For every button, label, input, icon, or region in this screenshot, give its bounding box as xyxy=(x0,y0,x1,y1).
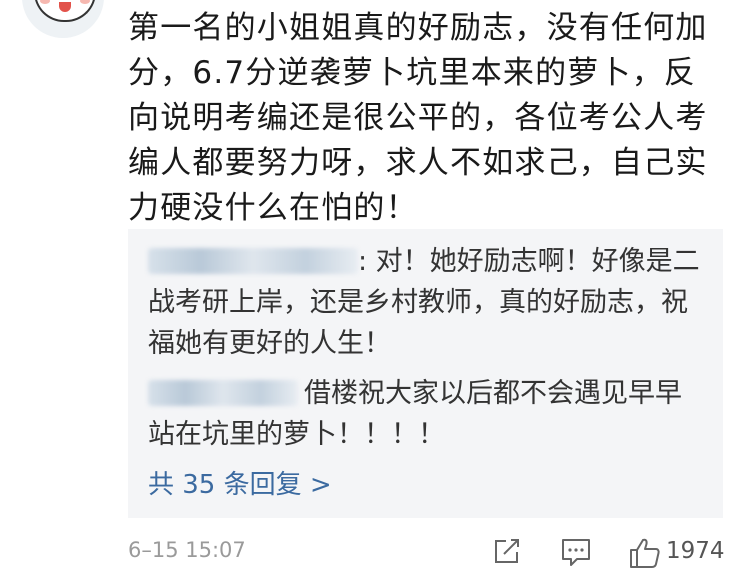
blurred-username[interactable] xyxy=(148,380,298,406)
blurred-username[interactable] xyxy=(148,248,358,274)
more-replies-link[interactable]: 共 35 条回复 > xyxy=(148,464,332,501)
avatar-cheek-left xyxy=(40,0,50,4)
avatar[interactable] xyxy=(22,0,104,38)
thumbs-up-icon xyxy=(630,538,660,568)
like-button[interactable]: 1974 xyxy=(628,536,728,570)
timestamp: 6–15 15:07 xyxy=(128,538,246,562)
replies-panel[interactable]: : 对！她好励志啊！好像是二战考研上岸，还是乡村教师，真的好励志，祝福她有更好的… xyxy=(128,229,723,518)
avatar-face xyxy=(34,0,96,22)
avatar-cheek-right xyxy=(80,0,90,4)
comment-button[interactable] xyxy=(560,536,592,570)
like-count: 1974 xyxy=(666,538,725,564)
share-icon xyxy=(495,539,519,563)
comment-footer: 6–15 15:07 1974 xyxy=(128,536,728,570)
reply-item[interactable]: 借楼祝大家以后都不会遇见早早站在坑里的萝卜！！！！ xyxy=(148,373,708,455)
comment-icon xyxy=(562,539,590,566)
share-button[interactable] xyxy=(492,536,522,570)
avatar-mouth xyxy=(59,2,71,12)
reply-item[interactable]: : 对！她好励志啊！好像是二战考研上岸，还是乡村教师，真的好励志，祝福她有更好的… xyxy=(148,241,708,364)
comment-text: 第一名的小姐姐真的好励志，没有任何加分，6.7分逆袭萝卜坑里本来的萝卜，反向说明… xyxy=(128,10,708,226)
